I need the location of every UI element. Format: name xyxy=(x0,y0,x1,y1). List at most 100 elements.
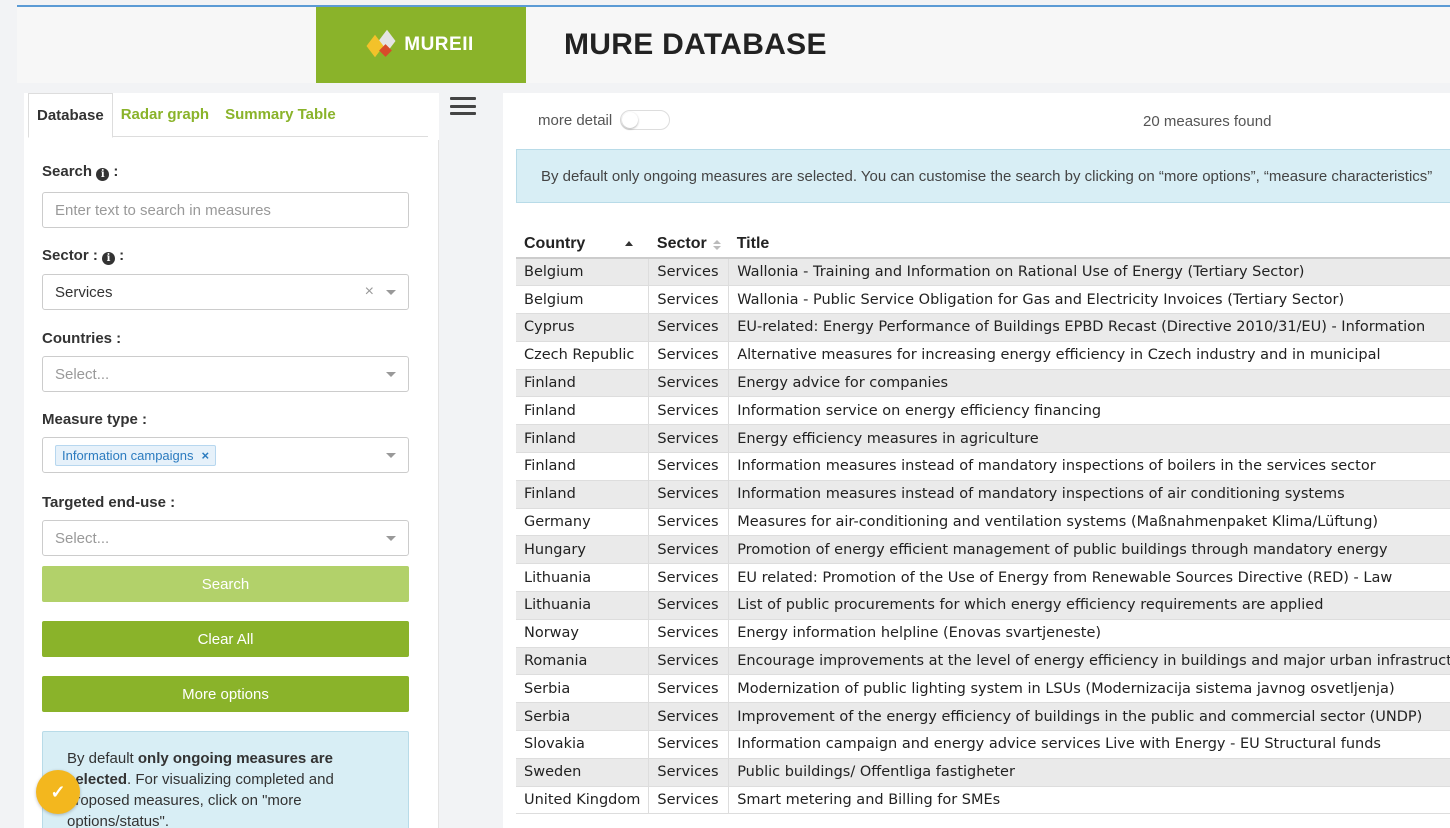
sidebar: Database Radar graph Summary Table Searc… xyxy=(24,93,439,828)
tab-summary-table[interactable]: Summary Table xyxy=(217,93,344,137)
chevron-down-icon[interactable] xyxy=(386,453,396,458)
cell-title[interactable]: Information service on energy efficiency… xyxy=(728,396,1450,426)
cell-country: Finland xyxy=(516,396,650,426)
table-row[interactable]: Hungary Services Promotion of energy effic… xyxy=(516,535,1450,565)
info-icon[interactable]: i xyxy=(96,168,110,181)
header: MUREII MURE DATABASE xyxy=(17,7,1450,83)
cell-title[interactable]: Measures for air-conditioning and ventil… xyxy=(728,508,1450,537)
measure-type-select[interactable]: Information campaigns × xyxy=(42,437,409,473)
table-row[interactable]: Finland Services Energy efficiency measure… xyxy=(516,424,1450,454)
cell-country: Lithuania xyxy=(516,591,650,620)
status-notice: By default only ongoing measures are sel… xyxy=(42,731,409,828)
measure-type-label: Measure type : xyxy=(42,411,148,428)
cell-title[interactable]: Wallonia - Training and Information on R… xyxy=(728,258,1450,287)
search-button[interactable]: Search xyxy=(42,566,409,602)
tab-database[interactable]: Database xyxy=(28,93,113,138)
cell-title[interactable]: Public buildings/ Offentliga fastigheter xyxy=(728,758,1450,787)
column-header-title[interactable]: Title xyxy=(728,230,1450,259)
info-icon[interactable]: i xyxy=(102,252,116,265)
clear-icon[interactable]: × xyxy=(365,283,374,301)
table-row[interactable]: Finland Services Information service on en… xyxy=(516,396,1450,426)
cell-title[interactable]: Modernization of public lighting system … xyxy=(728,674,1450,704)
column-header-sector[interactable]: Sector xyxy=(648,230,729,259)
cell-sector: Services xyxy=(648,452,730,481)
cell-sector: Services xyxy=(648,674,730,704)
cell-sector: Services xyxy=(648,591,730,620)
cell-title[interactable]: Information measures instead of mandator… xyxy=(728,480,1450,509)
table-row[interactable]: Belgium Services Wallonia - Training and I… xyxy=(516,258,1450,287)
cell-title[interactable]: List of public procurements for which en… xyxy=(728,591,1450,620)
table-row[interactable]: Finland Services Information measures inst… xyxy=(516,480,1450,509)
sector-select[interactable]: Services × xyxy=(42,274,409,310)
cell-sector: Services xyxy=(648,619,730,648)
table-row[interactable]: Czech Republic Services Alternative measur… xyxy=(516,341,1450,370)
cell-title[interactable]: Wallonia - Public Service Obligation for… xyxy=(728,285,1450,315)
cell-title[interactable]: Promotion of energy efficient management… xyxy=(728,535,1450,565)
sidebar-tabs: Database Radar graph Summary Table xyxy=(28,93,428,138)
table-row[interactable]: Germany Services Measures for air-conditio… xyxy=(516,508,1450,537)
search-input[interactable]: Enter text to search in measures xyxy=(42,192,409,228)
cell-sector: Services xyxy=(648,702,730,732)
remove-tag-icon[interactable]: × xyxy=(202,448,210,463)
cell-title[interactable]: EU-related: Energy Performance of Buildi… xyxy=(728,313,1450,342)
menu-icon[interactable] xyxy=(450,97,476,115)
table-row[interactable]: Lithuania Services List of public procurem… xyxy=(516,591,1450,620)
cell-title[interactable]: Energy information helpline (Enovas svar… xyxy=(728,619,1450,648)
cell-sector: Services xyxy=(648,424,730,454)
cell-sector: Services xyxy=(648,341,730,370)
table-row[interactable]: Finland Services Energy advice for compani… xyxy=(516,369,1450,398)
checkmark-badge-icon[interactable]: ✓ xyxy=(36,770,80,814)
end-use-select-placeholder: Select... xyxy=(55,529,110,547)
table-row[interactable]: Belgium Services Wallonia - Public Service… xyxy=(516,285,1450,315)
chevron-down-icon[interactable] xyxy=(386,372,396,377)
left-margin xyxy=(0,0,17,828)
table-row[interactable]: Lithuania Services EU related: Promotion o… xyxy=(516,563,1450,593)
cell-country: United Kingdom xyxy=(516,786,650,814)
main-panel: more detail 20 measures found By default… xyxy=(503,93,1450,828)
table-row[interactable]: Cyprus Services EU-related: Energy Perform… xyxy=(516,313,1450,342)
more-options-button[interactable]: More options xyxy=(42,676,409,712)
countries-label: Countries : xyxy=(42,330,122,347)
sort-ascending-icon xyxy=(625,240,634,246)
more-detail-toggle[interactable] xyxy=(620,110,671,130)
cell-title[interactable]: Improvement of the energy efficiency of … xyxy=(728,702,1450,732)
table-row[interactable]: Serbia Services Modernization of public li… xyxy=(516,674,1450,704)
countries-select[interactable]: Select... xyxy=(42,356,409,392)
column-header-country[interactable]: Country xyxy=(516,230,649,259)
cell-title[interactable]: Information measures instead of mandator… xyxy=(728,452,1450,481)
cell-country: Belgium xyxy=(516,258,650,287)
cell-title[interactable]: Energy advice for companies xyxy=(728,369,1450,398)
chevron-down-icon[interactable] xyxy=(386,290,396,295)
table-row[interactable]: United Kingdom Services Smart metering and… xyxy=(516,786,1450,814)
cell-country: Cyprus xyxy=(516,313,650,342)
cell-sector: Services xyxy=(648,369,730,398)
table-row[interactable]: Sweden Services Public buildings/ Offentli… xyxy=(516,758,1450,787)
cell-country: Germany xyxy=(516,508,650,537)
logo-text: MUREII xyxy=(404,34,474,55)
table-row[interactable]: Norway Services Energy information helplin… xyxy=(516,619,1450,648)
countries-select-placeholder: Select... xyxy=(55,365,110,383)
cell-country: Finland xyxy=(516,424,650,454)
table-row[interactable]: Serbia Services Improvement of the energy … xyxy=(516,702,1450,732)
measure-type-tag-label: Information campaigns xyxy=(62,447,194,463)
cell-title[interactable]: Information campaign and energy advice s… xyxy=(728,730,1450,759)
cell-title[interactable]: Smart metering and Billing for SMEs xyxy=(728,786,1450,814)
cell-country: Hungary xyxy=(516,535,650,565)
logo[interactable]: MUREII xyxy=(316,7,526,83)
cell-title[interactable]: Encourage improvements at the level of e… xyxy=(728,647,1450,676)
chevron-down-icon[interactable] xyxy=(386,536,396,541)
cell-sector: Services xyxy=(648,285,730,315)
table-row[interactable]: Slovakia Services Information campaign and… xyxy=(516,730,1450,759)
table-row[interactable]: Romania Services Encourage improvements at… xyxy=(516,647,1450,676)
sector-label: Sector : i : xyxy=(42,247,125,265)
end-use-label: Targeted end-use : xyxy=(42,494,176,511)
end-use-select[interactable]: Select... xyxy=(42,520,409,556)
cell-country: Czech Republic xyxy=(516,341,650,370)
cell-title[interactable]: Energy efficiency measures in agricultur… xyxy=(728,424,1450,454)
tab-radar-graph[interactable]: Radar graph xyxy=(113,93,217,137)
more-detail-control: more detail xyxy=(538,110,671,130)
clear-all-button[interactable]: Clear All xyxy=(42,621,409,657)
table-row[interactable]: Finland Services Information measures inst… xyxy=(516,452,1450,481)
cell-title[interactable]: EU related: Promotion of the Use of Ener… xyxy=(728,563,1450,593)
cell-title[interactable]: Alternative measures for increasing ener… xyxy=(728,341,1450,370)
